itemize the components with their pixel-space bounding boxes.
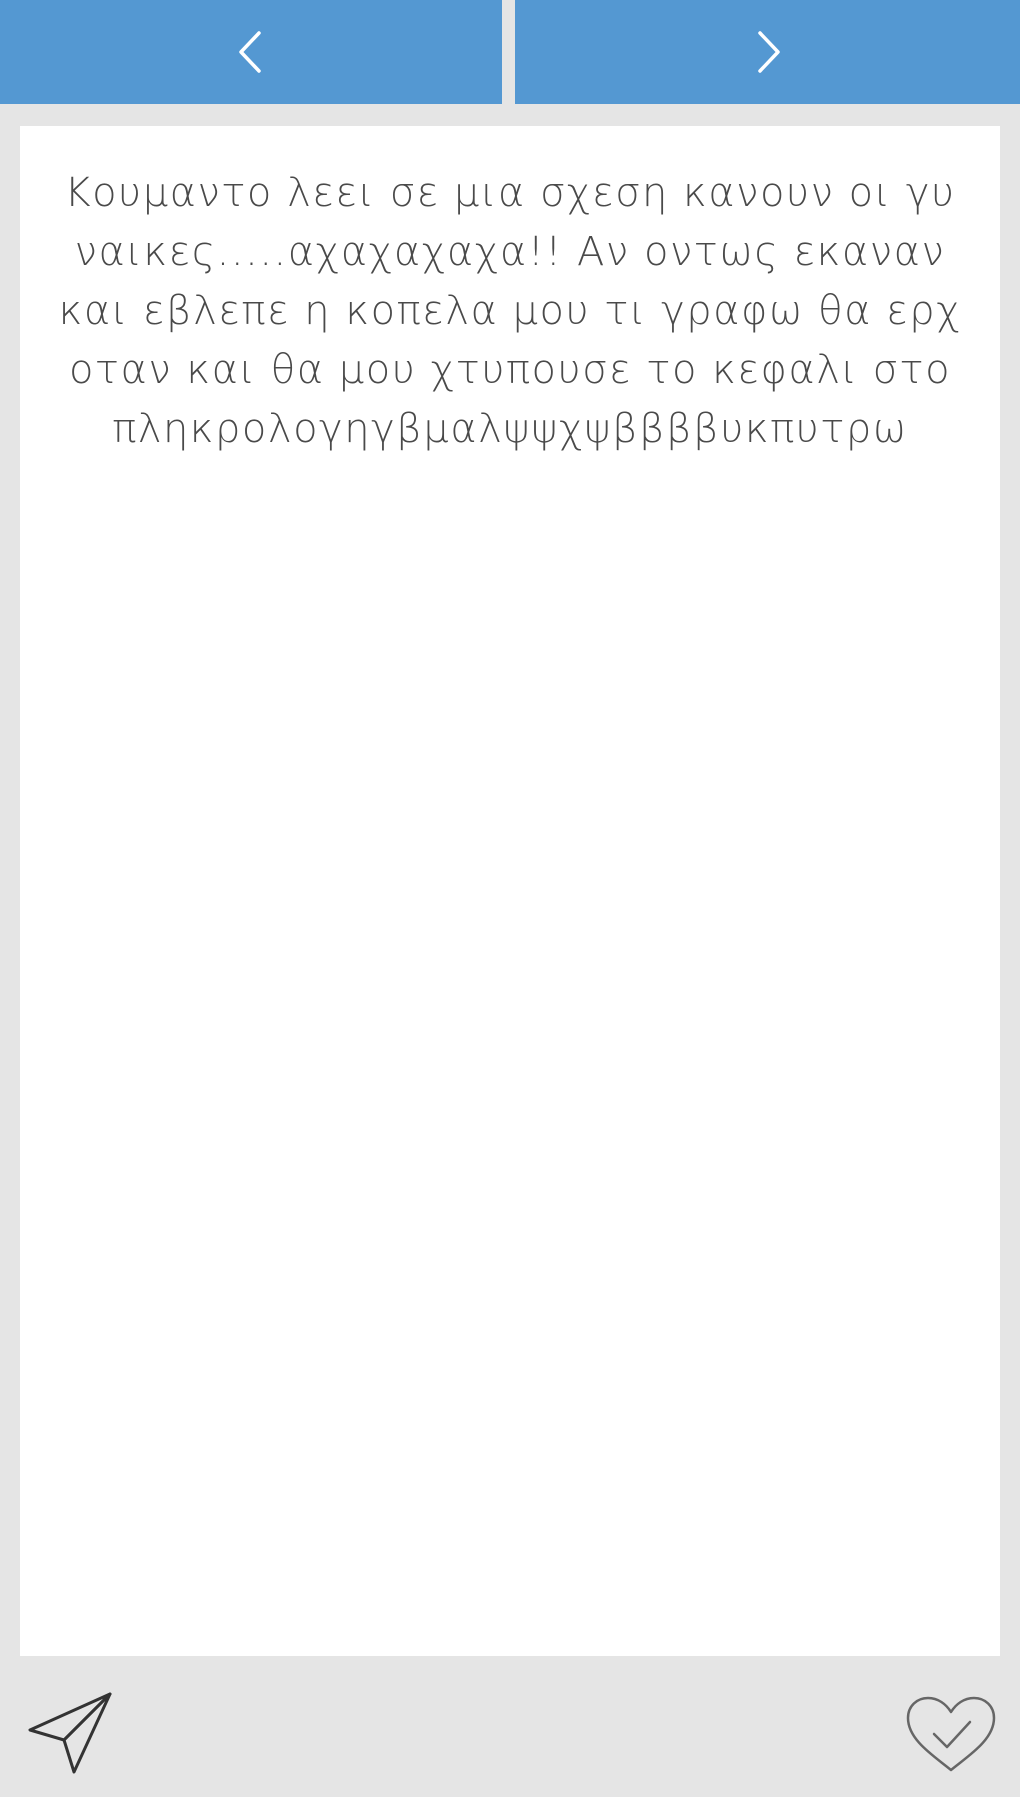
post-card: Κουμαντο λεει σε μια σχεση κανουν οι γυν… — [20, 126, 1000, 1656]
action-bar — [0, 1656, 1020, 1797]
previous-button[interactable] — [0, 0, 502, 104]
navigation-bar — [0, 0, 1020, 104]
app-screen: Κουμαντο λεει σε μια σχεση κανουν οι γυν… — [0, 0, 1020, 1797]
chevron-right-icon — [757, 31, 780, 73]
next-button[interactable] — [515, 0, 1020, 104]
chevron-left-icon — [239, 31, 261, 73]
heart-check-icon[interactable] — [904, 1694, 998, 1776]
paper-plane-icon[interactable] — [26, 1688, 114, 1776]
post-text: Κουμαντο λεει σε μια σχεση κανουν οι γυν… — [58, 170, 962, 452]
